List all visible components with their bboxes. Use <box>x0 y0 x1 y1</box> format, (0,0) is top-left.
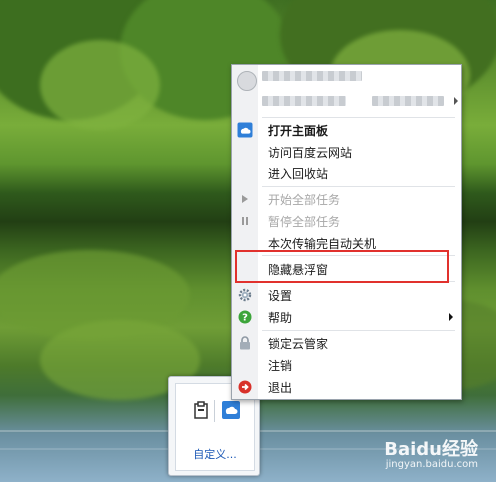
gear-icon <box>236 286 254 304</box>
menu-item-settings[interactable]: 设置 <box>232 284 461 306</box>
submenu-arrow-icon <box>449 313 453 321</box>
menu-item-start-all-tasks[interactable]: 开始全部任务 <box>232 188 461 210</box>
menu-item-logout[interactable]: 注销 <box>232 354 461 376</box>
menu-divider <box>262 330 455 331</box>
context-menu: 打开主面板 访问百度云网站 进入回收站 开始全部任务 暂停全部任务 本次传输完自… <box>231 64 462 400</box>
lock-icon <box>236 334 254 352</box>
blurred-account-info <box>262 96 346 106</box>
menu-item-lock[interactable]: 锁定云管家 <box>232 332 461 354</box>
watermark-url: jingyan.baidu.com <box>385 459 478 470</box>
pause-icon <box>236 212 254 230</box>
baidu-cloud-tray-icon[interactable] <box>221 400 241 420</box>
baidu-cloud-icon <box>236 121 254 139</box>
watermark-logo: Baidu经验 <box>384 439 478 460</box>
tray-divider <box>214 400 215 422</box>
menu-item-exit[interactable]: 退出 <box>232 376 461 398</box>
blurred-username <box>262 71 362 81</box>
menu-item-pause-all-tasks[interactable]: 暂停全部任务 <box>232 210 461 232</box>
annotation-highlight-box <box>235 250 449 283</box>
clipboard-icon[interactable] <box>191 400 211 420</box>
menu-item-recycle-bin[interactable]: 进入回收站 <box>232 162 461 184</box>
menu-item-visit-website[interactable]: 访问百度云网站 <box>232 141 461 163</box>
chevron-right-icon <box>454 97 458 105</box>
account-header[interactable] <box>232 65 461 115</box>
baidu-jingyan-watermark: Baidu经验 jingyan.baidu.com <box>384 435 478 470</box>
menu-item-help[interactable]: ? 帮助 <box>232 306 461 328</box>
svg-text:?: ? <box>242 313 248 324</box>
blurred-quota-info <box>372 96 444 106</box>
menu-divider <box>262 186 455 187</box>
help-icon: ? <box>236 308 254 326</box>
menu-divider <box>262 117 455 118</box>
customize-link[interactable]: 自定义... <box>176 446 254 462</box>
menu-item-open-main-panel[interactable]: 打开主面板 <box>232 119 461 141</box>
avatar <box>237 71 257 91</box>
exit-icon <box>236 378 254 396</box>
play-icon <box>236 190 254 208</box>
